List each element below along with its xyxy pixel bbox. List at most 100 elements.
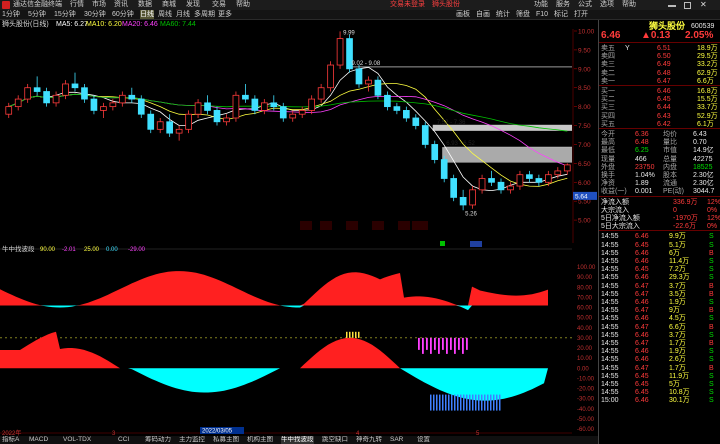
quote-row: 14:55 6.45 5.1万 S [599, 241, 720, 249]
quote-row: 净资 1.89 流通 2.30亿 [599, 179, 720, 187]
menu-formula[interactable]: 公式 [578, 0, 592, 10]
signal-bar [430, 337, 432, 354]
tool-board[interactable]: 画板 [456, 10, 470, 19]
quote-row: 卖二 6.48 62.9万 [599, 69, 720, 77]
menu-options[interactable]: 选项 [600, 0, 614, 10]
menu-discover[interactable]: 发现 [186, 0, 200, 10]
period-week[interactable]: 周线 [158, 10, 172, 19]
menu-quotes[interactable]: 行情 [70, 0, 84, 10]
indicator-axis-label: -30.00 [577, 397, 595, 403]
candle [223, 114, 230, 126]
candle-down-body [166, 121, 174, 134]
signal-bar [460, 394, 462, 411]
indicator-tab[interactable]: 跳空缺口 [322, 436, 348, 444]
close-icon[interactable]: ✕ [700, 0, 707, 10]
candle [478, 174, 486, 194]
period-60min[interactable]: 60分钟 [112, 10, 134, 19]
menu-service[interactable]: 服务 [556, 0, 570, 10]
indicator-band-cyan [0, 305, 548, 311]
menu-market[interactable]: 市场 [92, 0, 106, 10]
maximize-icon[interactable] [684, 2, 691, 9]
quote-row: 买二 6.45 15.5万 [599, 95, 720, 103]
candle-up-body [100, 106, 107, 111]
indicator-tab[interactable]: MACD [29, 436, 48, 444]
price-axis-label: 9.00 [578, 66, 591, 73]
menu-help[interactable]: 帮助 [236, 0, 250, 10]
signal-bar [451, 394, 453, 411]
signal-bar [349, 331, 351, 338]
period-day[interactable]: 日线 [140, 10, 154, 19]
quote-row: 6.46 ▲0.13 2.05% [599, 31, 720, 42]
candle-up-body [62, 83, 69, 96]
tool-f10[interactable]: F10 [536, 10, 548, 19]
indicator-tab[interactable]: VOL-TDX [63, 436, 91, 444]
menu-mall[interactable]: 商城 [162, 0, 176, 10]
candle [43, 87, 50, 107]
period-30min[interactable]: 30分钟 [84, 10, 106, 19]
tool-filter[interactable]: 筛盘 [516, 10, 530, 19]
menu-help-right[interactable]: 帮助 [622, 0, 636, 10]
indicator-tab[interactable]: 指标A [2, 436, 19, 444]
minimize-icon[interactable] [668, 5, 676, 7]
candle [355, 65, 363, 88]
chart-area[interactable]: 10.009.509.008.508.007.507.006.506.005.5… [0, 29, 598, 436]
indicator-tab[interactable]: 神奇九转 [356, 436, 382, 444]
candle-up-body [327, 64, 334, 89]
candle-up-body [469, 189, 476, 206]
indicator-axis-label: -50.00 [577, 417, 595, 423]
indicator-param: -29.00 [128, 247, 146, 253]
signal-bar [466, 394, 468, 411]
price-axis-label: 8.00 [578, 104, 591, 111]
tool-stats[interactable]: 统计 [496, 10, 510, 19]
quote-row: 净流入额 336.9万 12% [599, 198, 720, 206]
candle-up-body [289, 113, 297, 119]
candle [507, 182, 514, 194]
signal-bar [499, 394, 501, 411]
signal-bar [458, 337, 460, 350]
tool-open[interactable]: 打开 [574, 10, 588, 19]
period-multi[interactable]: 多周期 [194, 10, 215, 19]
candle [327, 61, 334, 92]
indicator-tab[interactable]: 设置 [417, 436, 430, 444]
indicator-lower-red [0, 331, 548, 369]
more-periods[interactable]: 更多 [218, 10, 232, 19]
candle [137, 95, 145, 118]
candle-down-body [204, 102, 211, 111]
signal-bar [355, 331, 357, 338]
indicator-tab[interactable]: 私募主图 [213, 436, 239, 444]
indicator-tab[interactable]: CCI [118, 436, 129, 444]
indicator-tab[interactable]: 筹码动力 [145, 436, 171, 444]
signal-bar [433, 394, 435, 411]
indicator-tab[interactable]: SAR [390, 436, 403, 444]
quote-row: 14:55 6.46 9.9万 S [599, 232, 720, 240]
legend-ma10: MA10: 6.20 [86, 21, 122, 28]
tick-side: S [709, 397, 714, 405]
signal-bar [478, 394, 480, 411]
indicator-tab[interactable]: 主力监控 [179, 436, 205, 444]
candle [488, 170, 495, 187]
candle [24, 83, 32, 103]
menu-news[interactable]: 资讯 [114, 0, 128, 10]
menu-data[interactable]: 数据 [138, 0, 152, 10]
candle [204, 95, 211, 115]
period-15min[interactable]: 15分钟 [54, 10, 76, 19]
tool-mark[interactable]: 标记 [554, 10, 568, 19]
tool-draw[interactable]: 自画 [476, 10, 490, 19]
menu-trade[interactable]: 交易 [212, 0, 226, 10]
legend-ma60: MA60: 7.44 [160, 21, 196, 28]
legend-ma20: MA20: 6.46 [122, 21, 158, 28]
menu-function[interactable]: 功能 [534, 0, 548, 10]
quote-row: 14:55 6.46 4.5万 S [599, 314, 720, 322]
indicator-tab[interactable]: 牛中找波段 [281, 436, 314, 444]
separator [599, 42, 720, 43]
indicator-tab[interactable]: 机构主图 [247, 436, 273, 444]
quote-row: 卖三 6.49 33.2万 [599, 60, 720, 68]
signal-bar [469, 394, 471, 411]
price-axis-label: 6.00 [578, 180, 591, 187]
period-month[interactable]: 月线 [176, 10, 190, 19]
indicator-name: 牛中找波段 [2, 244, 35, 253]
period-1min[interactable]: 1分钟 [2, 10, 20, 19]
period-5min[interactable]: 5分钟 [28, 10, 46, 19]
quote-row: 14:55 6.45 10.8万 S [599, 388, 720, 396]
trade-login-status[interactable]: 交易未登录 [390, 0, 425, 10]
